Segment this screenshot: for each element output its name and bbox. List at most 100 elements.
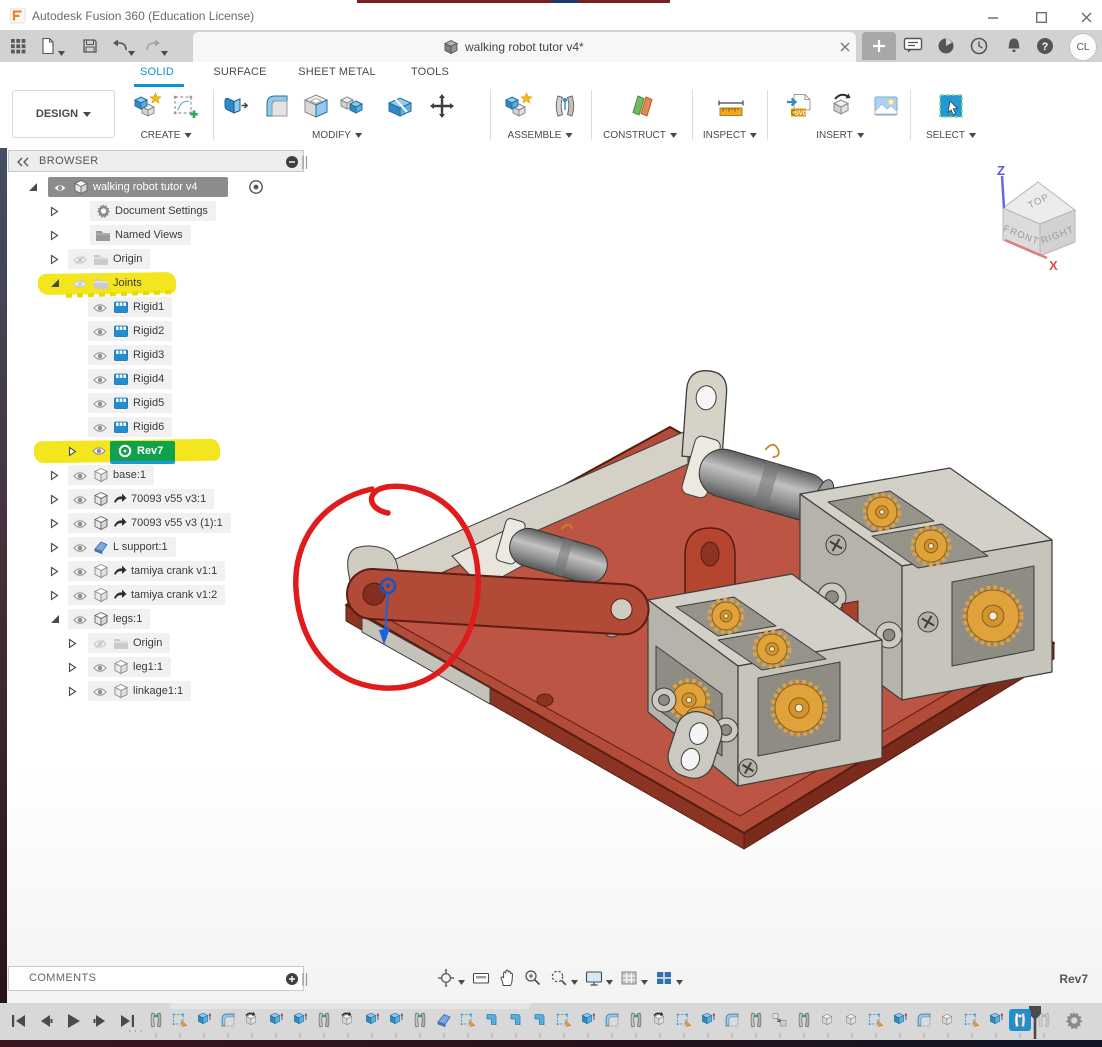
- viewport-canvas[interactable]: BROWSER walking robot tutor v4Document S…: [0, 148, 1102, 1003]
- tab-surface[interactable]: SURFACE: [213, 66, 266, 78]
- visibility-eye-icon[interactable]: [92, 399, 108, 409]
- fillet-button[interactable]: [260, 88, 294, 124]
- timeline-op-sketch[interactable]: [961, 1009, 983, 1031]
- browser-item-rigid6[interactable]: Rigid6: [8, 416, 308, 440]
- visibility-eye-icon[interactable]: [72, 471, 88, 481]
- group-label-insert[interactable]: INSERT: [816, 130, 864, 141]
- document-tab-close-icon[interactable]: [839, 40, 853, 54]
- timeline-settings-gear-icon[interactable]: [1063, 1010, 1084, 1031]
- new-tab-button[interactable]: [862, 32, 896, 60]
- select-button[interactable]: [934, 88, 968, 124]
- timeline-op-joint[interactable]: [145, 1009, 167, 1031]
- visibility-eye-icon[interactable]: [72, 543, 88, 553]
- minimize-button[interactable]: [976, 5, 1010, 29]
- timeline-op-fillet[interactable]: [913, 1009, 935, 1031]
- browser-item-tamiya-crank-v1-1[interactable]: tamiya crank v1:1: [8, 560, 308, 584]
- screw[interactable]: [918, 612, 938, 632]
- browser-item-origin[interactable]: Origin: [8, 248, 308, 272]
- job-status-icon[interactable]: [936, 36, 956, 56]
- go-to-end-button[interactable]: [117, 1011, 137, 1031]
- chevron-down-icon[interactable]: [128, 43, 135, 48]
- timeline-op-joint[interactable]: [313, 1009, 335, 1031]
- new-component-button[interactable]: [501, 88, 535, 124]
- move-button[interactable]: [425, 88, 459, 124]
- chevron-down-icon[interactable]: [606, 972, 613, 990]
- split-body-button[interactable]: [383, 88, 417, 124]
- expand-triangle[interactable]: [50, 230, 62, 242]
- group-label-inspect[interactable]: INSPECT: [703, 130, 757, 141]
- browser-panel-header[interactable]: BROWSER: [8, 150, 304, 172]
- visibility-eye-off-icon[interactable]: [72, 279, 88, 289]
- item-row-pill[interactable]: Origin: [68, 249, 150, 269]
- timeline-op-joint[interactable]: [1033, 1009, 1055, 1031]
- group-label-construct[interactable]: CONSTRUCT: [603, 130, 677, 141]
- clock-icon[interactable]: [969, 36, 989, 56]
- washer[interactable]: [652, 688, 676, 712]
- expand-triangle[interactable]: [50, 566, 62, 578]
- measure-button[interactable]: [714, 88, 748, 124]
- visibility-eye-icon[interactable]: [92, 375, 108, 385]
- item-row-pill[interactable]: Rigid4: [88, 369, 172, 389]
- expand-triangle[interactable]: [50, 470, 62, 482]
- notifications-icon[interactable]: [1004, 36, 1024, 56]
- timeline-op-joint[interactable]: [745, 1009, 767, 1031]
- timeline-op-extrude[interactable]: [265, 1009, 287, 1031]
- workspace-selector[interactable]: DESIGN: [12, 90, 115, 138]
- chevron-down-icon[interactable]: [676, 972, 683, 990]
- pan-icon[interactable]: [497, 968, 517, 993]
- visibility-eye-icon[interactable]: [72, 567, 88, 577]
- browser-item-rigid5[interactable]: Rigid5: [8, 392, 308, 416]
- browser-item-l-support-1[interactable]: L support:1: [8, 536, 308, 560]
- group-label-create[interactable]: CREATE: [141, 130, 192, 141]
- tab-solid[interactable]: SOLID: [140, 66, 174, 78]
- timeline-op-flange[interactable]: [481, 1009, 503, 1031]
- browser-item-tamiya-crank-v1-2[interactable]: tamiya crank v1:2: [8, 584, 308, 608]
- fit-icon[interactable]: [549, 968, 569, 993]
- undo-icon[interactable]: [110, 36, 130, 56]
- press-pull-button[interactable]: [218, 88, 252, 124]
- browser-item-rigid1[interactable]: Rigid1: [8, 296, 308, 320]
- timeline-op-joint[interactable]: [409, 1009, 431, 1031]
- gear[interactable]: [755, 632, 789, 666]
- visibility-eye-icon[interactable]: [92, 423, 108, 433]
- expand-triangle[interactable]: [50, 542, 62, 554]
- visibility-eye-icon[interactable]: [92, 327, 108, 337]
- item-row-pill[interactable]: Joints: [68, 273, 150, 293]
- group-label-select[interactable]: SELECT: [926, 130, 976, 141]
- timeline-op-derive[interactable]: [337, 1009, 359, 1031]
- expand-triangle[interactable]: [68, 638, 80, 650]
- browser-item-legs-1[interactable]: legs:1: [8, 608, 308, 632]
- timeline-op-flange[interactable]: [505, 1009, 527, 1031]
- item-row-pill[interactable]: walking robot tutor v4: [48, 177, 228, 197]
- timeline-op-sketch[interactable]: [553, 1009, 575, 1031]
- timeline-op-extrude[interactable]: [385, 1009, 407, 1031]
- chevron-down-icon[interactable]: [458, 972, 465, 990]
- visibility-eye-icon[interactable]: [92, 663, 108, 673]
- timeline-op-body[interactable]: [937, 1009, 959, 1031]
- canvas-button[interactable]: [869, 88, 903, 124]
- avatar[interactable]: CL: [1069, 33, 1097, 61]
- timeline-op-flange[interactable]: [529, 1009, 551, 1031]
- timeline-op-extrude[interactable]: [577, 1009, 599, 1031]
- expand-triangle[interactable]: [50, 590, 62, 602]
- browser-item-base-1[interactable]: base:1: [8, 464, 308, 488]
- display-settings-icon[interactable]: [584, 968, 604, 993]
- visibility-eye-icon[interactable]: [92, 446, 106, 459]
- expand-triangle[interactable]: [50, 254, 62, 266]
- expand-triangle[interactable]: [50, 206, 62, 218]
- item-row-pill[interactable]: Rigid1: [88, 297, 172, 317]
- tab-tools[interactable]: TOOLS: [411, 66, 449, 78]
- panel-grip[interactable]: [301, 156, 309, 169]
- item-row-pill[interactable]: Rigid3: [88, 345, 172, 365]
- visibility-eye-icon[interactable]: [92, 351, 108, 361]
- timeline-op-joint[interactable]: [793, 1009, 815, 1031]
- browser-item-rev7[interactable]: Rev7: [8, 440, 308, 464]
- gear[interactable]: [865, 495, 899, 529]
- expand-triangle-open[interactable]: [28, 182, 40, 194]
- look-at-icon[interactable]: [471, 968, 491, 993]
- layout-grid-icon[interactable]: [619, 968, 639, 993]
- redo-icon[interactable]: [143, 36, 163, 56]
- item-row-pill[interactable]: 70093 v55 v3 (1):1: [68, 513, 231, 533]
- step-forward-button[interactable]: [90, 1011, 110, 1031]
- item-row-pill[interactable]: linkage1:1: [88, 681, 191, 701]
